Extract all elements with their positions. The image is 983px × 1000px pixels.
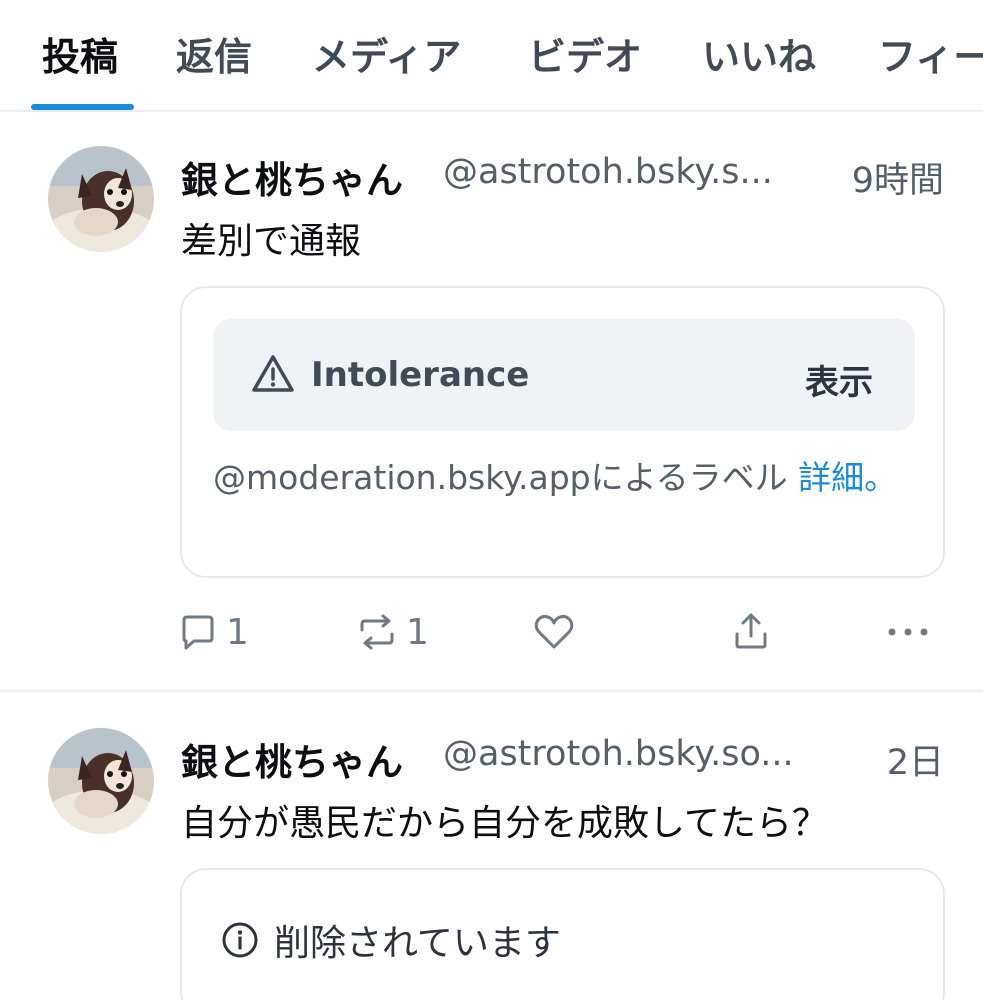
tab-replies[interactable]: 返信 — [176, 26, 252, 81]
repost-button[interactable]: 1 — [356, 602, 429, 662]
repost-count: 1 — [406, 611, 429, 653]
post-header: 銀と桃ちゃん @astrotoh.bsky.so... 2日 — [181, 732, 946, 784]
avatar[interactable] — [48, 728, 154, 834]
moderation-source-text: @moderation.bsky.appによるラベル — [213, 458, 788, 497]
like-button[interactable] — [533, 602, 575, 662]
feed-post[interactable]: 銀と桃ちゃん @astrotoh.bsky.so... 2日 自分が愚民だから自… — [0, 694, 983, 1000]
author-handle[interactable]: @astrotoh.bsky.s... — [443, 152, 773, 192]
tab-posts[interactable]: 投稿 — [42, 26, 118, 81]
avatar[interactable] — [48, 146, 154, 252]
post-text: 自分が愚民だから自分を成敗してたら？ — [181, 803, 828, 844]
show-content-button[interactable]: 表示 — [805, 355, 873, 404]
repost-icon — [360, 614, 394, 650]
reply-button[interactable]: 1 — [178, 602, 249, 662]
post-timestamp[interactable]: 9時間 — [852, 152, 944, 203]
tab-likes[interactable]: いいね — [702, 26, 816, 81]
more-dots-icon — [888, 628, 928, 636]
deleted-notice: 削除されています — [274, 923, 561, 964]
more-options-button[interactable] — [886, 602, 930, 662]
post-timestamp[interactable]: 2日 — [887, 734, 944, 785]
warning-triangle-icon — [252, 355, 294, 392]
heart-icon — [534, 614, 574, 649]
moderation-label: Intolerance — [311, 355, 530, 395]
profile-tab-bar: 投稿 返信 メディア ビデオ いいね フィー — [0, 0, 983, 112]
tab-media[interactable]: メディア — [312, 26, 461, 81]
share-icon — [735, 613, 767, 649]
share-button[interactable] — [731, 602, 771, 662]
moderation-note: @moderation.bsky.appによるラベル 詳細。 — [213, 454, 913, 502]
deleted-quote-card: 削除されています — [180, 868, 945, 1000]
content-warning-bar[interactable]: Intolerance 表示 — [213, 319, 915, 431]
tab-feeds[interactable]: フィー — [878, 26, 983, 81]
post-text: 差別で通報 — [181, 221, 362, 262]
author-handle[interactable]: @astrotoh.bsky.so... — [443, 734, 794, 774]
tab-videos[interactable]: ビデオ — [528, 26, 642, 81]
author-name[interactable]: 銀と桃ちゃん — [181, 150, 403, 204]
author-name[interactable]: 銀と桃ちゃん — [181, 732, 403, 786]
info-circle-icon — [222, 922, 258, 958]
moderation-card: Intolerance 表示 @moderation.bsky.appによるラベ… — [180, 286, 945, 578]
post-action-bar: 1 1 — [0, 602, 983, 662]
feed-post[interactable]: 銀と桃ちゃん @astrotoh.bsky.s... 9時間 差別で通報 Int… — [0, 112, 983, 692]
active-tab-indicator — [31, 104, 134, 110]
reply-count: 1 — [226, 611, 249, 653]
details-link[interactable]: 詳細。 — [798, 458, 897, 497]
post-header: 銀と桃ちゃん @astrotoh.bsky.s... 9時間 — [181, 150, 946, 202]
reply-icon — [182, 615, 214, 650]
